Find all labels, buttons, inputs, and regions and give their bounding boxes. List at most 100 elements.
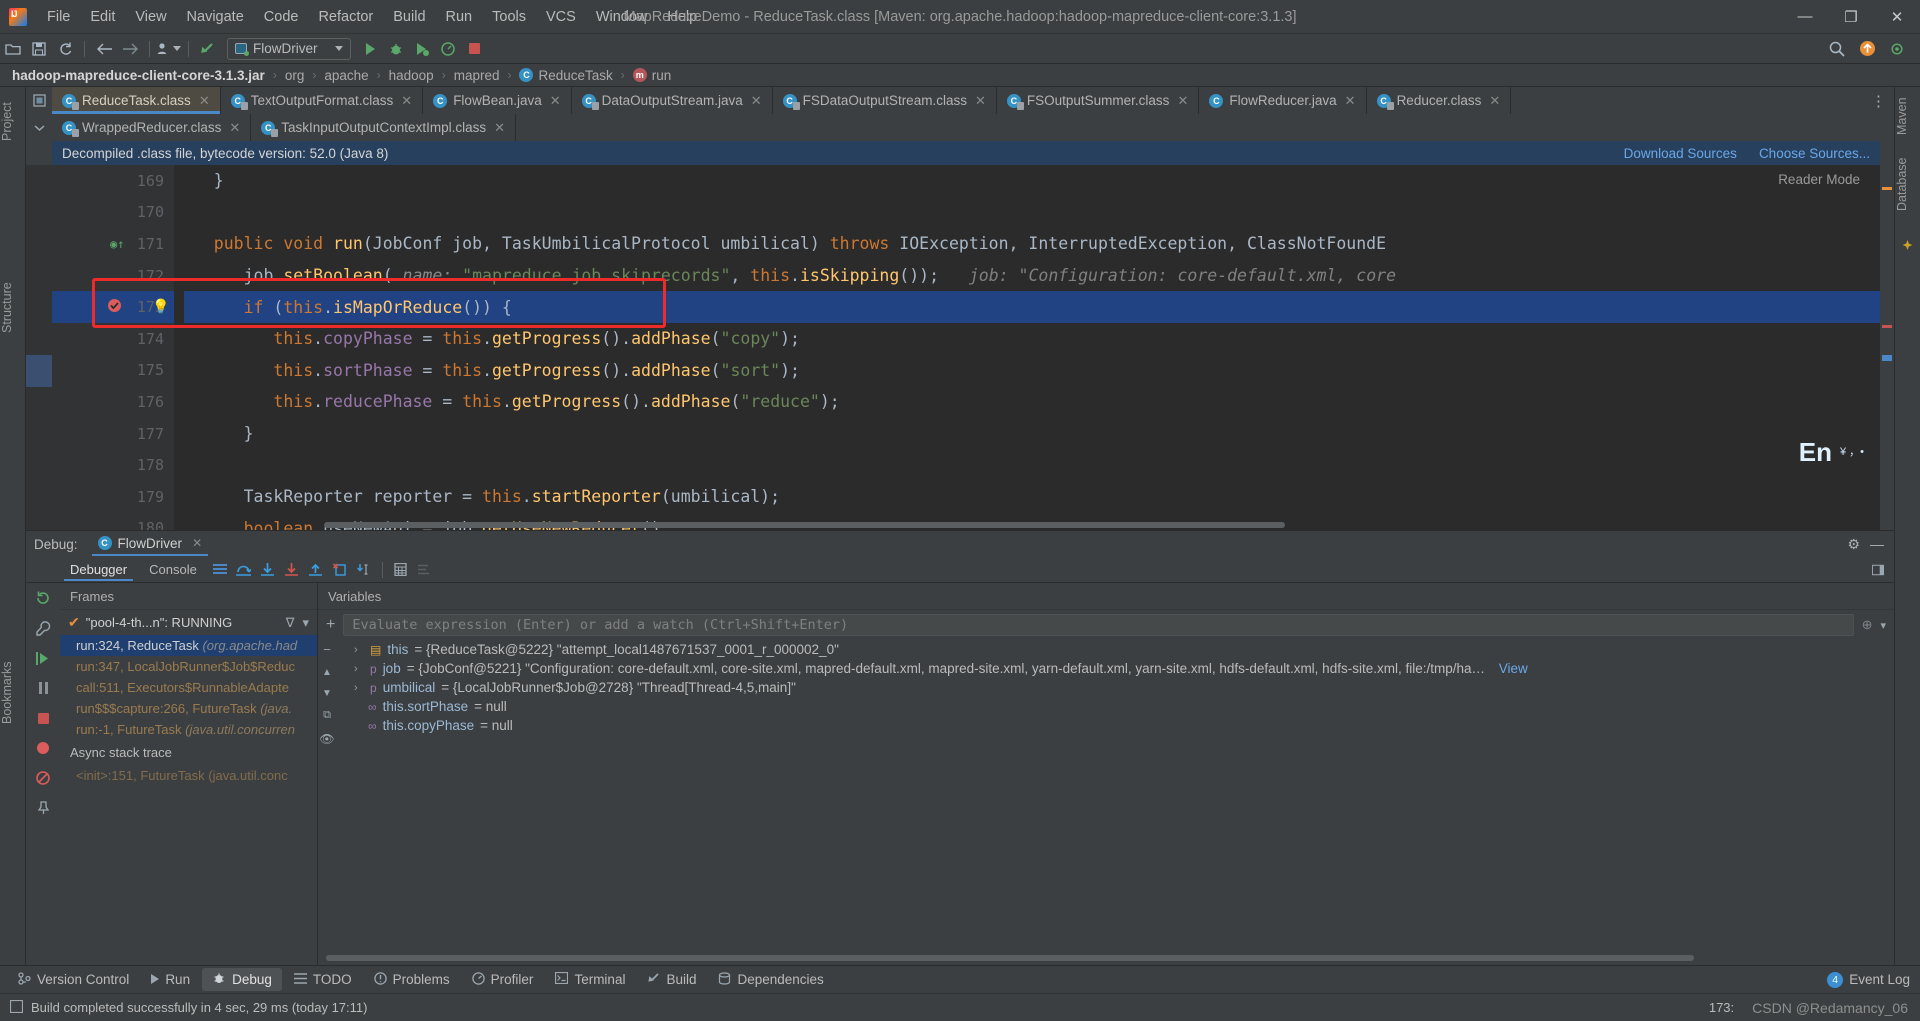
- expand-arrow-icon[interactable]: ›: [354, 663, 364, 675]
- tool-window-terminal[interactable]: Terminal: [545, 969, 635, 990]
- open-project-icon[interactable]: [0, 37, 26, 61]
- variable-row[interactable]: › p umbilical = {LocalJobRunner$Job@2728…: [336, 678, 1894, 697]
- close-tab-icon[interactable]: ✕: [494, 120, 505, 136]
- mute-breakpoints-rail-icon[interactable]: [32, 767, 54, 789]
- debug-settings-icon[interactable]: ⚙: [1847, 536, 1860, 553]
- step-over-icon[interactable]: [233, 559, 255, 581]
- debug-button[interactable]: [383, 37, 409, 61]
- chevron-down-icon[interactable]: ▾: [1880, 619, 1886, 632]
- editor-marker-column[interactable]: [1880, 165, 1894, 530]
- editor-tab-fsoutputsummer[interactable]: C FSOutputSummer.class ✕: [996, 87, 1200, 114]
- menu-help[interactable]: Help: [657, 6, 707, 28]
- run-to-cursor-icon[interactable]: [353, 559, 375, 581]
- menu-build[interactable]: Build: [383, 6, 435, 28]
- breadcrumb-mapred[interactable]: mapred: [454, 68, 500, 83]
- editor-tab-textoutputformat[interactable]: C TextOutputFormat.class ✕: [220, 87, 424, 114]
- chevron-down-icon[interactable]: ▾: [302, 615, 309, 631]
- layout-settings-icon[interactable]: [209, 559, 231, 581]
- tool-window-version-control[interactable]: Version Control: [8, 969, 139, 991]
- stop-button[interactable]: [461, 37, 487, 61]
- variables-horizontal-scrollbar[interactable]: [326, 955, 1880, 963]
- settings-icon[interactable]: [1884, 37, 1910, 61]
- caret-position[interactable]: 173:: [1709, 1000, 1734, 1015]
- rerun-icon[interactable]: [32, 587, 54, 609]
- minimize-button[interactable]: —: [1782, 0, 1828, 34]
- debug-layout-icon[interactable]: [1872, 559, 1894, 581]
- tool-window-profiler[interactable]: Profiler: [462, 969, 544, 991]
- expand-arrow-icon[interactable]: ›: [354, 682, 364, 694]
- tool-window-dependencies[interactable]: Dependencies: [708, 969, 833, 991]
- evaluate-expression-input[interactable]: Evaluate expression (Enter) or add a wat…: [343, 614, 1854, 636]
- run-button[interactable]: [357, 37, 383, 61]
- scroll-down-icon[interactable]: ▼: [322, 688, 332, 699]
- tool-window-project[interactable]: Project: [0, 91, 25, 153]
- tool-window-bookmarks[interactable]: Bookmarks: [0, 653, 25, 733]
- menu-refactor[interactable]: Refactor: [308, 6, 383, 28]
- tool-window-todo[interactable]: TODO: [284, 969, 362, 990]
- variable-row[interactable]: › p job = {JobConf@5221} "Configuration:…: [336, 659, 1894, 678]
- editor-tab-wrappedreducer[interactable]: C WrappedReducer.class ✕: [52, 114, 252, 141]
- close-tab-icon[interactable]: ✕: [550, 93, 561, 109]
- build-project-icon[interactable]: [195, 37, 221, 61]
- debug-minimize-icon[interactable]: —: [1870, 536, 1884, 553]
- editor-tab-taskinputoutputcontextimpl[interactable]: C TaskInputOutputContextImpl.class ✕: [251, 114, 516, 141]
- tabs-overflow-icon[interactable]: ⋮: [1863, 87, 1894, 114]
- breadcrumb-apache[interactable]: apache: [324, 68, 368, 83]
- close-session-icon[interactable]: ✕: [192, 536, 202, 550]
- close-tab-icon[interactable]: ✕: [751, 93, 762, 109]
- forward-icon[interactable]: [117, 37, 143, 61]
- run-with-coverage-button[interactable]: [409, 37, 435, 61]
- intention-bulb-icon[interactable]: 💡: [152, 299, 169, 315]
- view-value-link[interactable]: View: [1499, 661, 1528, 676]
- pin-tab-icon[interactable]: [32, 797, 54, 819]
- code-editor[interactable]: 169 − 170 ◉↑ 171 − 172 💡 173 − 174 175 1…: [26, 165, 1894, 530]
- drop-frame-icon[interactable]: [329, 559, 351, 581]
- tool-window-problems[interactable]: Problems: [364, 969, 460, 991]
- add-watch-icon[interactable]: +: [326, 616, 335, 634]
- force-step-into-icon[interactable]: [281, 559, 303, 581]
- tabs-expand-icon[interactable]: [26, 114, 52, 141]
- run-method-icon[interactable]: ◉↑: [110, 237, 124, 251]
- menu-file[interactable]: File: [37, 6, 80, 28]
- choose-sources-link[interactable]: Choose Sources...: [1759, 146, 1870, 161]
- tabs-collapse-icon[interactable]: [26, 87, 52, 114]
- inspect-icon[interactable]: 👁: [319, 732, 334, 746]
- search-everywhere-icon[interactable]: [1824, 37, 1850, 61]
- debug-session-tab[interactable]: C FlowDriver ✕: [91, 533, 209, 556]
- editor-tab-fsdataoutputstream[interactable]: C FSDataOutputStream.class ✕: [772, 87, 997, 114]
- editor-tab-flowbean[interactable]: C FlowBean.java ✕: [423, 87, 572, 114]
- vcs-operations-icon[interactable]: [156, 37, 182, 61]
- close-tab-icon[interactable]: ✕: [1489, 93, 1500, 109]
- tool-window-structure[interactable]: Structure: [0, 271, 25, 345]
- editor-horizontal-scrollbar[interactable]: [324, 522, 1874, 530]
- evaluate-expression-icon[interactable]: [390, 559, 412, 581]
- close-tab-icon[interactable]: ✕: [401, 93, 412, 109]
- editor-tab-reducetask[interactable]: C ReduceTask.class ✕: [52, 87, 221, 114]
- close-tab-icon[interactable]: ✕: [199, 93, 210, 109]
- breakpoint-icon[interactable]: [107, 298, 122, 317]
- step-into-icon[interactable]: [257, 559, 279, 581]
- tool-window-maven[interactable]: Maven: [1895, 91, 1920, 143]
- breadcrumb-hadoop[interactable]: hadoop: [389, 68, 434, 83]
- step-out-icon[interactable]: [305, 559, 327, 581]
- variable-row[interactable]: ∞ this.copyPhase = null: [336, 716, 1894, 735]
- tool-window-build[interactable]: Build: [637, 969, 706, 991]
- tool-window-debug[interactable]: Debug: [202, 968, 282, 991]
- frame-row[interactable]: run:-1, FutureTask (java.util.concurren: [60, 719, 317, 740]
- close-tab-icon[interactable]: ✕: [975, 93, 986, 109]
- tab-console[interactable]: Console: [139, 559, 207, 580]
- variable-row[interactable]: › ▤ this = {ReduceTask@5222} "attempt_lo…: [336, 640, 1894, 659]
- close-tab-icon[interactable]: ✕: [1177, 93, 1188, 109]
- code-content[interactable]: } public void run (JobConf job, TaskUmbil…: [174, 165, 1894, 530]
- resume-program-icon[interactable]: [32, 647, 54, 669]
- scrollbar-thumb[interactable]: [326, 955, 1694, 961]
- breadcrumb-org[interactable]: org: [285, 68, 305, 83]
- menu-tools[interactable]: Tools: [482, 6, 536, 28]
- frame-row[interactable]: run$$$capture:266, FutureTask (java.: [60, 698, 317, 719]
- back-icon[interactable]: [91, 37, 117, 61]
- stop-program-icon[interactable]: [32, 707, 54, 729]
- editor-tab-flowreducer[interactable]: C FlowReducer.java ✕: [1199, 87, 1367, 114]
- menu-code[interactable]: Code: [254, 6, 309, 28]
- save-all-icon[interactable]: [26, 37, 52, 61]
- close-tab-icon[interactable]: ✕: [1345, 93, 1356, 109]
